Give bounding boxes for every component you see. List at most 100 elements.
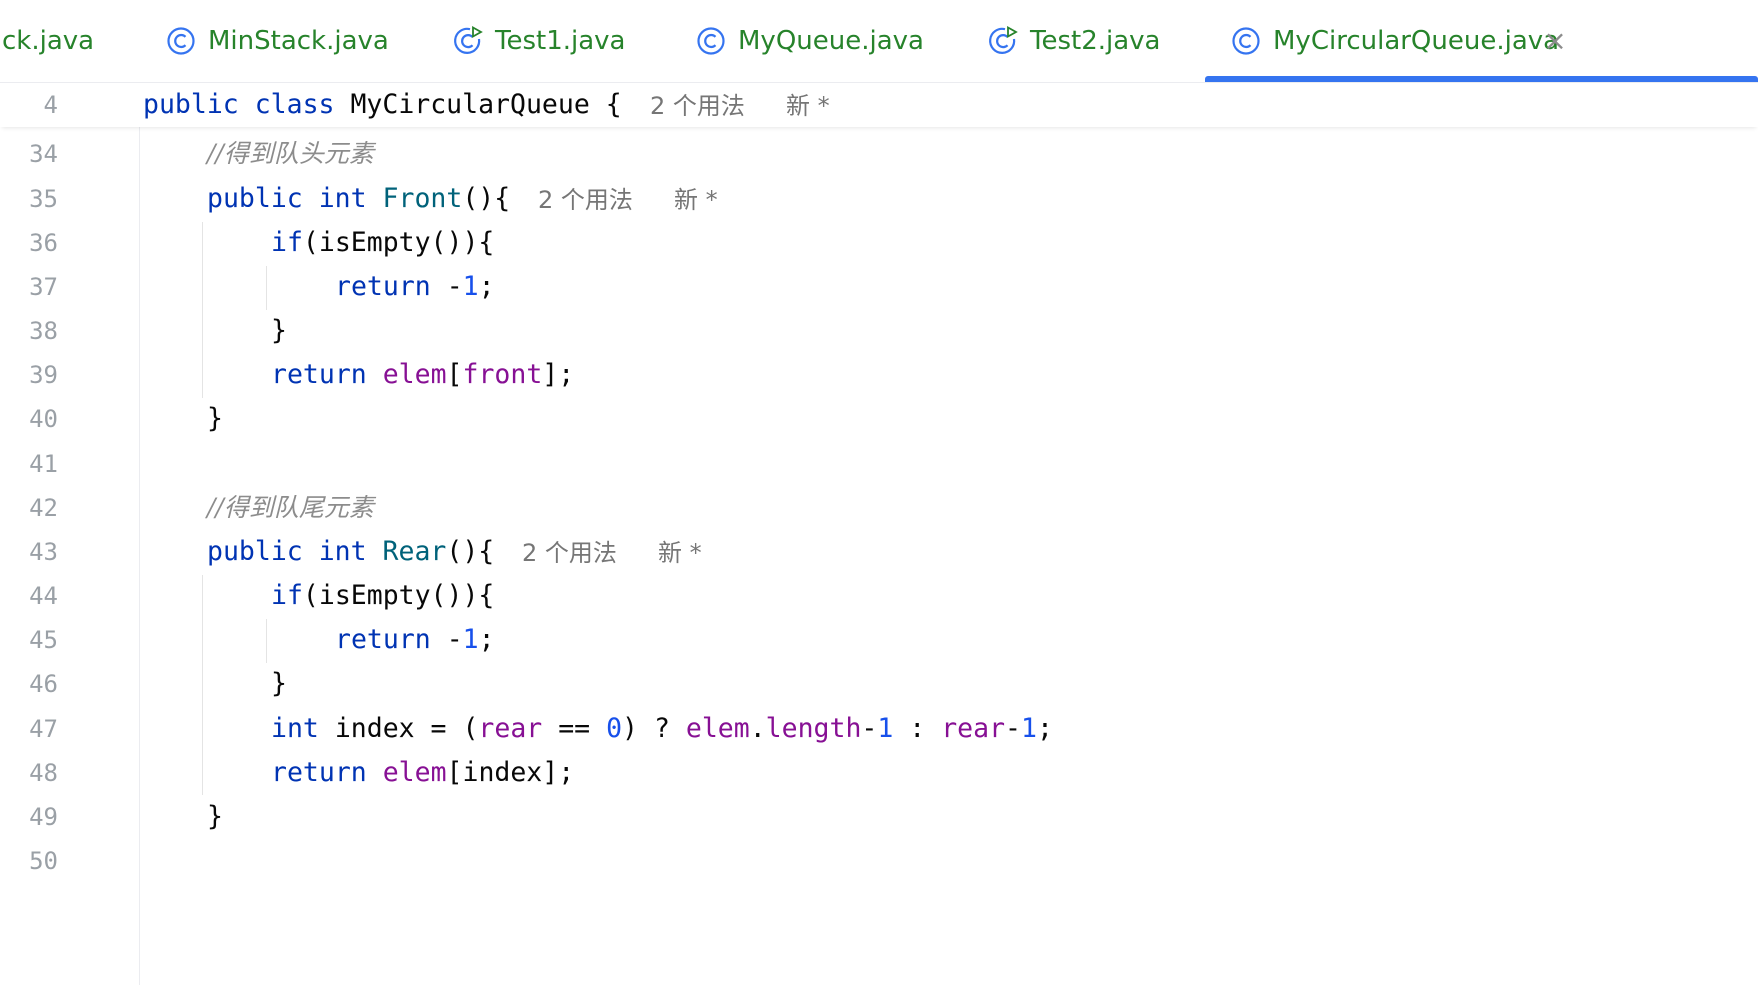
line-number: 41 (29, 450, 58, 478)
line-number: 38 (29, 317, 58, 345)
author-hint[interactable]: 新 * (658, 538, 702, 568)
field-ref: elem (382, 359, 447, 390)
code-text: ]; (542, 359, 575, 390)
code-line: public int Rear(){ (207, 536, 494, 568)
usages-hint[interactable]: 2 个用法 (538, 185, 633, 215)
comment: //得到队尾元素 (207, 493, 374, 522)
code-text: (isEmpty()){ (302, 227, 495, 258)
line-number: 44 (29, 582, 58, 610)
code-text: ; (1036, 713, 1053, 744)
code-row: 43 public int Rear(){ 2 个用法 新 * (0, 530, 1758, 574)
field-ref: rear (478, 713, 543, 744)
code-line: } (271, 668, 287, 699)
line-number: 39 (29, 361, 58, 389)
keyword: return (271, 359, 367, 390)
code-row: 41 (0, 442, 1758, 486)
keyword: return (335, 624, 431, 655)
code-text: ) ? (622, 713, 686, 744)
code-text: ; (478, 624, 495, 655)
keyword: int (318, 183, 367, 214)
code-text: (){ (462, 183, 511, 214)
code-line: return -1; (335, 271, 495, 303)
code-text: (){ (446, 536, 495, 567)
method-name: Front (382, 183, 463, 214)
keyword: int (271, 713, 319, 744)
field-ref: elem (382, 757, 447, 788)
class-name: MyCircularQueue (350, 89, 590, 120)
number-literal: 1 (1021, 713, 1037, 744)
number-literal: 1 (462, 271, 479, 302)
code-text: [ (446, 359, 463, 390)
code-text: ; (478, 271, 495, 302)
field-ref: rear (941, 713, 1006, 744)
author-hint[interactable]: 新 * (674, 185, 718, 215)
line-number: 36 (29, 229, 58, 257)
field-ref: front (462, 359, 543, 390)
line-number: 45 (29, 626, 58, 654)
code-line: return -1; (335, 624, 495, 656)
code-line: public class MyCircularQueue { (143, 89, 622, 121)
code-line: } (207, 801, 223, 832)
line-number: 46 (29, 670, 58, 698)
code-row: 49 } (0, 795, 1758, 839)
code-text: - (861, 713, 878, 744)
code-line: public int Front(){ (207, 183, 510, 215)
line-number: 50 (29, 847, 58, 875)
keyword: if (271, 227, 303, 258)
code-row: 45 return -1; (0, 618, 1758, 662)
line-number: 48 (29, 759, 58, 787)
code-text: - (1005, 713, 1022, 744)
code-text: (isEmpty()){ (302, 580, 495, 611)
code-row: 40 } (0, 397, 1758, 441)
keyword: class (254, 89, 335, 120)
field-ref: elem (685, 713, 750, 744)
line-number: 34 (29, 140, 58, 168)
code-row: 37 return -1; (0, 265, 1758, 309)
code-row: 35 public int Front(){ 2 个用法 新 * (0, 177, 1758, 221)
sticky-scope-header[interactable]: 4 public class MyCircularQueue { 2 个用法 新… (0, 83, 1758, 127)
code-line: if(isEmpty()){ (271, 227, 494, 259)
code-line: int index = (rear == 0) ? elem.length-1 … (271, 713, 1053, 745)
code-editor[interactable]: 34 //得到队头元素 35 public int Front(){ 2 个用法… (0, 0, 1758, 985)
code-row: 42 //得到队尾元素 (0, 486, 1758, 530)
number-literal: 1 (462, 624, 479, 655)
comment: //得到队头元素 (207, 139, 374, 168)
code-row: 39 return elem[front]; (0, 353, 1758, 397)
code-text: : (893, 713, 942, 744)
code-text: index = ( (318, 713, 479, 744)
keyword: return (271, 757, 367, 788)
operator: - (430, 271, 463, 302)
keyword: return (335, 271, 431, 302)
code-text: == (542, 713, 607, 744)
usages-hint[interactable]: 2 个用法 (650, 91, 745, 121)
line-number: 40 (29, 405, 58, 433)
code-row: 50 (0, 839, 1758, 883)
line-number: 35 (29, 185, 58, 213)
code-row: 47 int index = (rear == 0) ? elem.length… (0, 707, 1758, 751)
keyword: int (318, 536, 367, 567)
code-row: 46 } (0, 662, 1758, 706)
code-line: return elem[front]; (271, 359, 574, 391)
line-number: 47 (29, 715, 58, 743)
number-literal: 1 (877, 713, 894, 744)
line-number: 49 (29, 803, 58, 831)
author-hint[interactable]: 新 * (786, 91, 830, 121)
code-line: } (271, 315, 287, 346)
brace: { (605, 89, 622, 120)
line-number: 42 (29, 494, 58, 522)
code-row: 38 } (0, 309, 1758, 353)
usages-hint[interactable]: 2 个用法 (522, 538, 617, 568)
code-line: if(isEmpty()){ (271, 580, 494, 612)
code-line: return elem[index]; (271, 757, 574, 789)
line-number: 4 (43, 91, 58, 119)
method-name: Rear (382, 536, 447, 567)
code-line: } (207, 403, 223, 434)
code-row: 36 if(isEmpty()){ (0, 221, 1758, 265)
keyword: if (271, 580, 303, 611)
line-number: 43 (29, 538, 58, 566)
code-text: [index]; (446, 757, 575, 788)
keyword: public (143, 89, 239, 120)
line-number: 37 (29, 273, 58, 301)
code-text: . (749, 713, 766, 744)
number-literal: 0 (606, 713, 623, 744)
